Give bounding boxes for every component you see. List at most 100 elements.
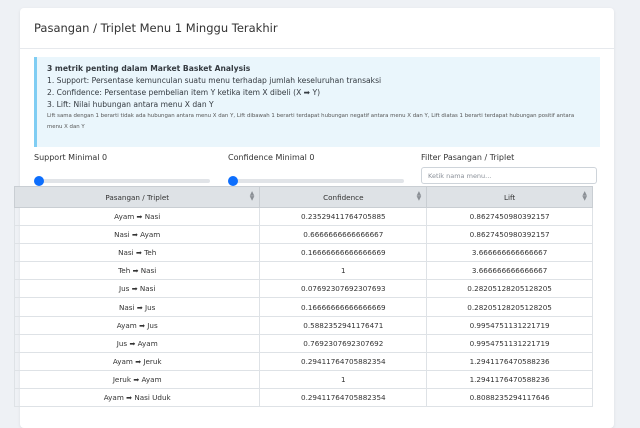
info-line-support: 1. Support: Persentase kemunculan suatu …: [47, 76, 382, 85]
arrow-right-icon: ➡: [132, 267, 139, 276]
sort-icon[interactable]: ▲ ▼: [250, 191, 255, 202]
arrow-right-icon: ➡: [131, 285, 138, 294]
pair-cell: Ayam ➡ Nasi Uduk: [13, 387, 261, 408]
table-row: Ayam ➡ Nasi 0.23529411764705885 0.86274509…: [13, 206, 593, 227]
arrow-right-icon: ➡: [135, 357, 142, 366]
table-row: Teh ➡ Nasi 1 3.666666666666667: [13, 261, 593, 281]
item-x: Ayam: [116, 320, 137, 330]
item-y: Nasi: [144, 212, 161, 222]
pair-cell: Ayam ➡ Jeruk: [13, 351, 261, 371]
lift-cell: 0.8627450980392157: [426, 225, 593, 245]
item-x: Ayam: [103, 392, 124, 402]
arrow-right-icon: ➡: [136, 213, 143, 222]
confidence-cell: 0.16666666666666669: [259, 243, 428, 263]
arrow-right-icon: ➡: [126, 393, 133, 402]
info-box: 3 metrik penting dalam Market Basket Ana…: [34, 57, 600, 147]
page-title: Pasangan / Triplet Menu 1 Minggu Terakhi…: [34, 21, 278, 35]
lift-cell: 3.666666666666667: [426, 243, 593, 263]
table-row: Ayam ➡ Nasi Uduk 0.29411764705882354 0.808…: [13, 387, 593, 408]
item-x: Teh: [118, 266, 131, 276]
table-body: Ayam ➡ Nasi 0.23529411764705885 0.86274509…: [13, 206, 593, 408]
confidence-slider-thumb[interactable]: [228, 176, 238, 186]
info-note: Lift sama dengan 1 berarti tidak ada hub…: [47, 113, 575, 130]
table-row: Ayam ➡ Jeruk 0.29411764705882354 1.2941176…: [13, 351, 593, 371]
confidence-cell: 0.23529411764705885: [259, 206, 428, 227]
item-x: Jeruk: [112, 374, 132, 384]
confidence-cell: 0.7692307692307692: [259, 333, 428, 353]
column-header-pair[interactable]: Pasangan / Triplet ▲ ▼: [13, 186, 261, 208]
pair-cell: Teh ➡ Nasi: [13, 261, 261, 281]
confidence-cell: 0.6666666666666667: [259, 225, 428, 245]
confidence-cell: 1: [259, 369, 428, 389]
item-y: Jeruk: [143, 356, 162, 366]
lift-cell: 3.666666666666667: [426, 261, 593, 281]
info-title: 3 metrik penting dalam Market Basket Ana…: [47, 64, 251, 73]
item-y: Teh: [144, 248, 157, 258]
item-x: Ayam: [112, 356, 133, 366]
item-y: Jus: [145, 302, 156, 312]
confidence-cell: 1: [259, 261, 428, 281]
item-y: Ayam: [141, 374, 162, 384]
lift-cell: 0.8627450980392157: [426, 206, 593, 227]
column-header-lift[interactable]: Lift ▲ ▼: [426, 186, 593, 208]
confidence-cell: 0.07692307692307693: [259, 279, 428, 299]
arrow-right-icon: ➡: [131, 231, 138, 240]
arrow-right-icon: ➡: [139, 321, 145, 330]
pair-cell: Jus ➡ Ayam: [13, 333, 261, 353]
card-header: Pasangan / Triplet Menu 1 Minggu Terakhi…: [20, 8, 614, 49]
column-header-label: Lift: [503, 192, 516, 202]
table-row: Jus ➡ Ayam 0.7692307692307692 0.9954751131…: [13, 333, 593, 353]
lift-cell: 0.28205128205128205: [426, 279, 593, 299]
lift-cell: 0.9954751131221719: [426, 315, 593, 335]
pair-cell: Ayam ➡ Jus: [13, 315, 261, 335]
table-row: Nasi ➡ Teh 0.16666666666666669 3.666666666…: [13, 243, 593, 263]
pair-filter-input[interactable]: [421, 167, 597, 184]
pairs-table: Pasangan / Triplet ▲ ▼ Confidence ▲ ▼ Lift…: [13, 186, 593, 408]
confidence-slider[interactable]: [228, 176, 404, 186]
lift-cell: 0.9954751131221719: [426, 333, 593, 353]
table-row: Nasi ➡ Ayam 0.6666666666666667 0.862745098…: [13, 225, 593, 245]
table-row: Jus ➡ Nasi 0.07692307692307693 0.282051282…: [13, 279, 593, 299]
arrow-right-icon: ➡: [136, 303, 143, 312]
item-y: Nasi Uduk: [134, 392, 171, 402]
column-header-confidence[interactable]: Confidence ▲ ▼: [259, 186, 428, 208]
table-row: Ayam ➡ Jus 0.5882352941176471 0.9954751131…: [13, 315, 593, 335]
pair-cell: Jus ➡ Nasi: [13, 279, 261, 299]
arrow-right-icon: ➡: [129, 339, 136, 348]
item-x: Jus: [119, 284, 130, 294]
confidence-cell: 0.16666666666666669: [259, 297, 428, 317]
info-line-lift: 3. Lift: Nilai hubungan antara menu X da…: [47, 100, 214, 109]
pair-cell: Nasi ➡ Ayam: [13, 225, 261, 245]
lift-cell: 0.28205128205128205: [426, 297, 593, 317]
item-x: Ayam: [114, 212, 135, 222]
arrow-right-icon: ➡: [133, 375, 140, 384]
support-slider[interactable]: [34, 176, 210, 186]
confidence-cell: 0.29411764705882354: [259, 387, 428, 408]
table-row: Jeruk ➡ Ayam 1 1.2941176470588236: [13, 369, 593, 389]
column-header-label: Confidence: [323, 192, 364, 202]
item-y: Ayam: [137, 338, 158, 348]
pair-filter-label: Filter Pasangan / Triplet: [421, 153, 515, 162]
confidence-cell: 0.5882352941176471: [259, 315, 428, 335]
pair-cell: Nasi ➡ Teh: [13, 243, 261, 263]
pair-cell: Ayam ➡ Nasi: [13, 206, 261, 227]
table-row: Nasi ➡ Jus 0.16666666666666669 0.282051282…: [13, 297, 593, 317]
lift-cell: 1.2941176470588236: [426, 351, 593, 371]
item-y: Nasi: [139, 284, 156, 294]
confidence-label: Confidence Minimal 0: [228, 153, 315, 162]
lift-cell: 1.2941176470588236: [426, 369, 593, 389]
column-header-label: Pasangan / Triplet: [105, 192, 170, 202]
confidence-cell: 0.29411764705882354: [259, 351, 428, 371]
item-y: Ayam: [140, 230, 161, 240]
support-label: Support Minimal 0: [34, 153, 108, 162]
info-line-confidence: 2. Confidence: Persentase pembelian item…: [47, 88, 321, 97]
item-x: Jus: [116, 338, 128, 348]
item-x: Nasi: [114, 230, 130, 240]
item-x: Nasi: [118, 248, 134, 258]
sort-icon[interactable]: ▲ ▼: [582, 191, 587, 202]
item-x: Nasi: [119, 302, 135, 312]
pair-cell: Jeruk ➡ Ayam: [13, 369, 261, 389]
item-y: Nasi: [140, 266, 157, 276]
support-slider-thumb[interactable]: [34, 176, 44, 186]
sort-icon[interactable]: ▲ ▼: [417, 191, 422, 202]
